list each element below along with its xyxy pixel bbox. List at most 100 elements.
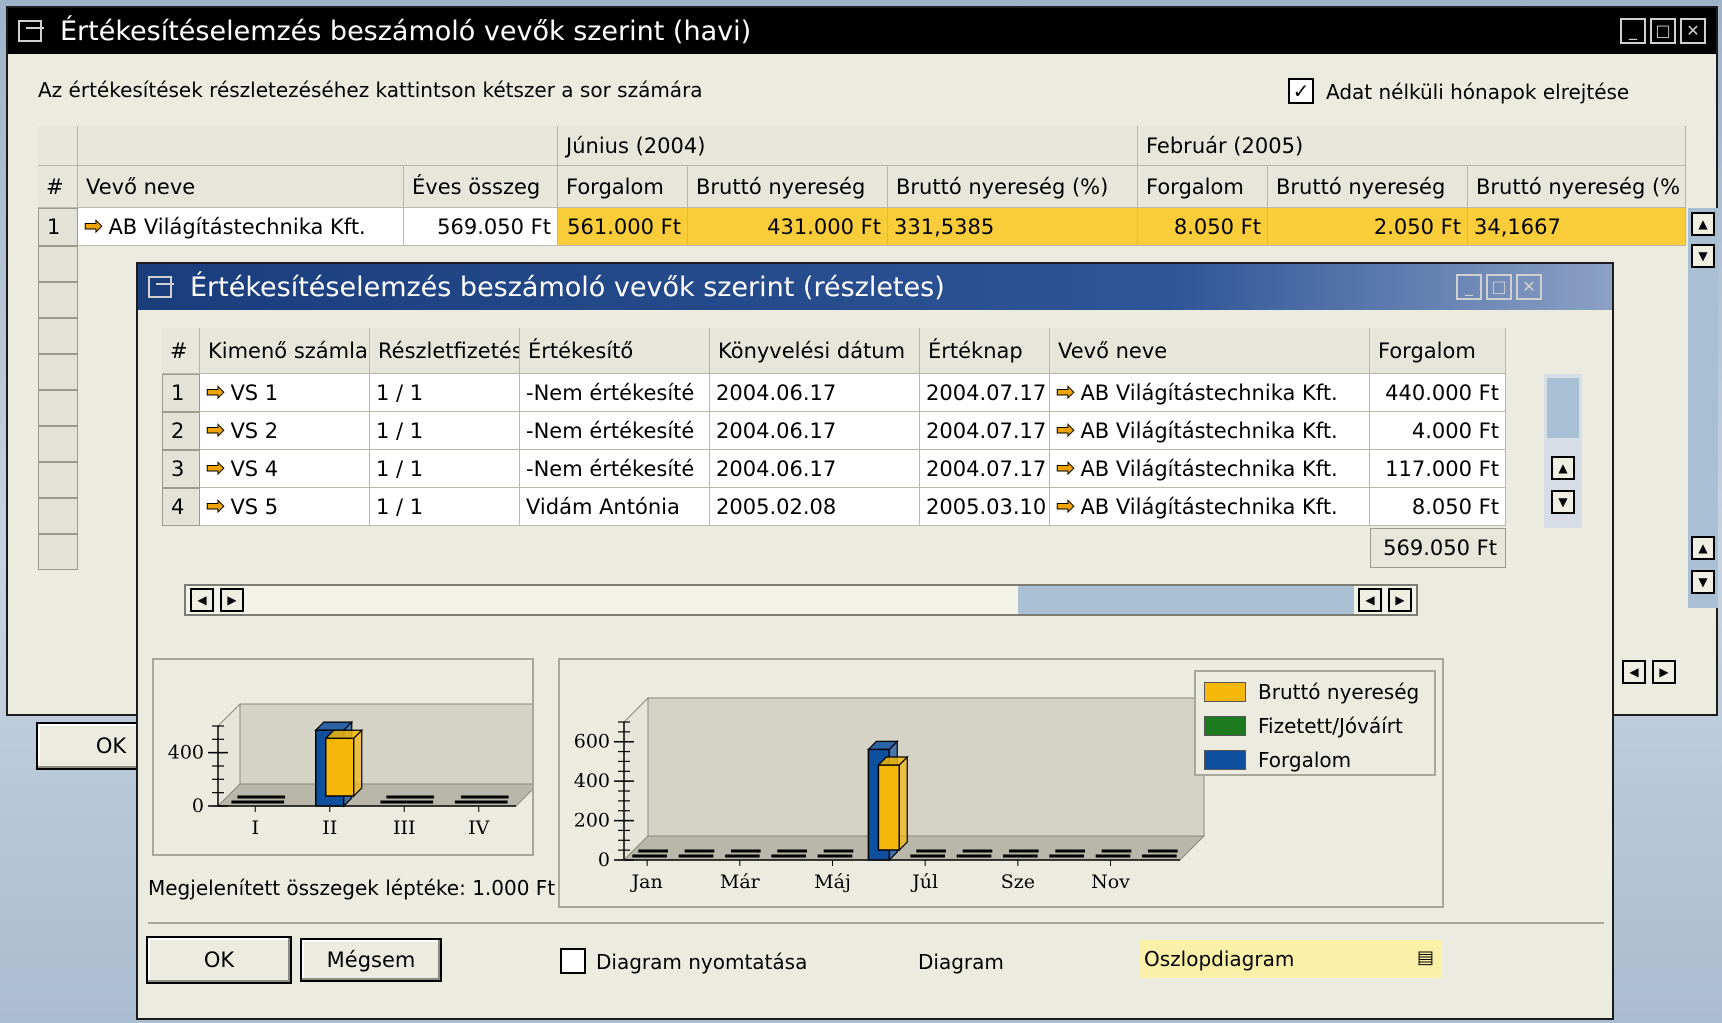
table-row[interactable]: ➡ VS 2 — [200, 412, 370, 450]
link-arrow-icon[interactable]: ➡ — [1055, 456, 1074, 482]
row-number[interactable] — [38, 462, 78, 498]
window-icon — [18, 20, 46, 42]
table-row[interactable]: ➡ VS 5 — [200, 488, 370, 526]
chart-type-select[interactable]: Oszlopdiagram ▤ — [1140, 940, 1442, 978]
link-arrow-icon[interactable]: ➡ — [205, 494, 224, 520]
row-number[interactable]: 4 — [162, 488, 200, 526]
table-row[interactable]: ➡ AB Világítástechnika Kft. — [78, 208, 404, 246]
customer-cell[interactable]: ➡ AB Világítástechnika Kft. — [1050, 374, 1370, 412]
table-row[interactable]: ➡ VS 4 — [200, 450, 370, 488]
row-number[interactable] — [38, 246, 78, 282]
scrollbar-thumb[interactable] — [1018, 586, 1354, 614]
col-header-feb-turnover[interactable]: Forgalom — [1138, 166, 1268, 208]
print-chart-label[interactable]: Diagram nyomtatása — [596, 950, 807, 974]
main-titlebar[interactable]: Értékesítéselemzés beszámoló vevők szeri… — [8, 8, 1716, 54]
col-header-installment[interactable]: Részletfizetés — [370, 328, 520, 374]
col-header-jun-turnover[interactable]: Forgalom — [558, 166, 688, 208]
customer-name: AB Világítástechnika Kft. — [1080, 418, 1338, 443]
scroll-up-icon[interactable]: ▲ — [1691, 536, 1715, 560]
col-header-jun-gross[interactable]: Bruttó nyereség — [688, 166, 888, 208]
dropdown-icon[interactable]: ▤ — [1417, 947, 1434, 968]
row-number[interactable] — [38, 534, 78, 570]
customer-cell[interactable]: ➡ AB Világítástechnika Kft. — [1050, 488, 1370, 526]
chart-back-wall — [647, 697, 1205, 837]
link-arrow-icon[interactable]: ➡ — [205, 456, 224, 482]
group-header-february: Február (2005) — [1138, 126, 1686, 166]
chart-type-label: Diagram — [918, 950, 1004, 974]
col-header-annual[interactable]: Éves összeg — [404, 166, 558, 208]
print-chart-checkbox[interactable] — [560, 948, 586, 974]
ok-button[interactable]: OK — [146, 936, 292, 984]
customer-name: AB Világítástechnika Kft. — [1080, 494, 1338, 519]
scroll-down-icon[interactable]: ▼ — [1691, 570, 1715, 594]
link-arrow-icon[interactable]: ➡ — [1055, 380, 1074, 406]
link-arrow-icon[interactable]: ➡ — [205, 418, 224, 444]
x-tick-label: III — [393, 817, 416, 839]
col-header-customer[interactable]: Vevő neve — [1050, 328, 1370, 374]
table-row[interactable]: ➡ VS 1 — [200, 374, 370, 412]
scroll-left-icon[interactable]: ◀ — [1358, 588, 1382, 612]
minimize-icon[interactable]: _ — [1456, 274, 1482, 300]
scroll-down-icon[interactable]: ▼ — [1691, 244, 1715, 268]
row-number[interactable]: 3 — [162, 450, 200, 488]
hide-empty-months-label[interactable]: Adat nélküli hónapok elrejtése — [1326, 80, 1629, 104]
customer-name: AB Világítástechnika Kft. — [1080, 456, 1338, 481]
col-header-value-date[interactable]: Értéknap — [920, 328, 1050, 374]
hide-empty-months-checkbox[interactable]: ✓ — [1288, 78, 1314, 104]
seller: Vidám Antónia — [520, 488, 710, 526]
y-tick-label: 400 — [574, 770, 610, 792]
row-number[interactable]: 2 — [162, 412, 200, 450]
col-header-jun-gross-pct[interactable]: Bruttó nyereség (%) — [888, 166, 1138, 208]
link-arrow-icon[interactable]: ➡ — [1055, 494, 1074, 520]
cancel-button[interactable]: Mégsem — [300, 938, 442, 982]
row-number[interactable]: 1 — [38, 208, 78, 246]
scroll-up-icon[interactable]: ▲ — [1551, 456, 1575, 480]
row-number[interactable] — [38, 390, 78, 426]
row-number[interactable] — [38, 426, 78, 462]
scroll-right-icon[interactable]: ▶ — [1388, 588, 1412, 612]
col-header-feb-gross[interactable]: Bruttó nyereség — [1268, 166, 1468, 208]
row-number[interactable]: 1 — [162, 374, 200, 412]
customer-cell[interactable]: ➡ AB Világítástechnika Kft. — [1050, 450, 1370, 488]
col-header-num[interactable]: # — [162, 328, 200, 374]
jun-gross-pct: 331,5385 — [888, 208, 1138, 246]
scroll-right-icon[interactable]: ▶ — [1652, 660, 1676, 684]
col-header-num[interactable]: # — [38, 166, 78, 208]
col-header-post-date[interactable]: Könyvelési dátum — [710, 328, 920, 374]
close-icon[interactable]: ✕ — [1680, 18, 1706, 44]
customer-cell[interactable]: ➡ AB Világítástechnika Kft. — [1050, 412, 1370, 450]
y-tick-label: 0 — [192, 795, 204, 817]
scroll-right-icon[interactable]: ▶ — [220, 588, 244, 612]
detail-window-title: Értékesítéselemzés beszámoló vevők szeri… — [190, 271, 945, 303]
link-arrow-icon[interactable]: ➡ — [205, 380, 224, 406]
row-number[interactable] — [38, 354, 78, 390]
link-arrow-icon[interactable]: ➡ — [83, 214, 102, 240]
scroll-left-icon[interactable]: ◀ — [190, 588, 214, 612]
invoice-number: VS 4 — [230, 456, 279, 481]
maximize-icon[interactable]: □ — [1486, 274, 1512, 300]
col-header-invoice[interactable]: Kimenő számla — [200, 328, 370, 374]
close-icon[interactable]: ✕ — [1516, 274, 1542, 300]
scroll-up-icon[interactable]: ▲ — [1691, 212, 1715, 236]
value-date: 2005.03.10 — [920, 488, 1050, 526]
maximize-icon[interactable]: □ — [1650, 18, 1676, 44]
col-header-customer[interactable]: Vevő neve — [78, 166, 404, 208]
scroll-down-icon[interactable]: ▼ — [1551, 490, 1575, 514]
scrollbar-thumb[interactable] — [1547, 378, 1579, 438]
col-header-feb-gross-pct[interactable]: Bruttó nyereség (% — [1468, 166, 1686, 208]
seller: -Nem értékesíté — [520, 374, 710, 412]
x-tick-label: IV — [468, 817, 490, 839]
minimize-icon[interactable]: _ — [1620, 18, 1646, 44]
invoice-number: VS 1 — [230, 380, 279, 405]
row-number[interactable] — [38, 498, 78, 534]
turnover: 4.000 Ft — [1370, 412, 1506, 450]
col-header-seller[interactable]: Értékesítő — [520, 328, 710, 374]
row-number[interactable] — [38, 282, 78, 318]
feb-turnover: 8.050 Ft — [1138, 208, 1268, 246]
y-tick-label: 400 — [168, 742, 204, 764]
scroll-left-icon[interactable]: ◀ — [1622, 660, 1646, 684]
row-number[interactable] — [38, 318, 78, 354]
col-header-turnover[interactable]: Forgalom — [1370, 328, 1506, 374]
detail-titlebar[interactable]: Értékesítéselemzés beszámoló vevők szeri… — [138, 264, 1612, 310]
link-arrow-icon[interactable]: ➡ — [1055, 418, 1074, 444]
